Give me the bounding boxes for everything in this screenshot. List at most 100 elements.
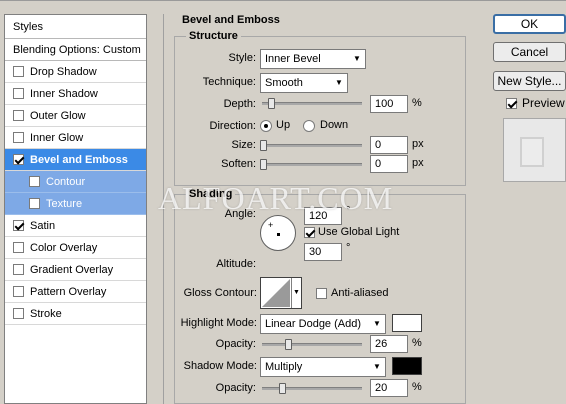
size-unit: px [412, 138, 424, 150]
highlight-opacity-thumb[interactable] [285, 339, 292, 350]
style-checkbox[interactable] [13, 66, 24, 77]
altitude-input[interactable]: 30 [304, 243, 342, 261]
style-checkbox[interactable] [13, 88, 24, 99]
size-slider-thumb[interactable] [260, 140, 267, 151]
direction-down-label: Down [320, 119, 349, 131]
direction-down-radio[interactable] [303, 120, 315, 132]
style-item-label: Color Overlay [30, 241, 98, 254]
style-checkbox[interactable] [13, 110, 24, 121]
structure-title: Structure [186, 30, 241, 42]
style-checkbox[interactable] [13, 308, 24, 319]
highlight-opacity-label: Opacity: [215, 338, 256, 350]
preview-checkbox[interactable] [506, 98, 517, 109]
style-checkbox[interactable] [29, 198, 40, 209]
bevel-title: Bevel and Emboss [179, 14, 283, 26]
size-input[interactable]: 0 [370, 136, 408, 154]
highlight-opacity-unit: % [412, 337, 422, 349]
style-item-stroke[interactable]: Stroke [5, 303, 146, 325]
shadow-opacity-unit: % [412, 381, 422, 393]
style-label: Style: [228, 52, 256, 64]
size-label: Size: [231, 139, 256, 151]
technique-label: Technique: [202, 76, 256, 88]
depth-input[interactable]: 100 [370, 95, 408, 113]
style-item-outer-glow[interactable]: Outer Glow [5, 105, 146, 127]
soften-slider[interactable] [260, 159, 362, 170]
ok-button[interactable]: OK [493, 14, 566, 34]
style-item-label: Inner Glow [30, 131, 84, 144]
highlight-color-swatch[interactable] [392, 314, 422, 332]
style-item-label: Stroke [30, 307, 62, 320]
chevron-down-icon: ▼ [373, 362, 381, 371]
style-item-inner-shadow[interactable]: Inner Shadow [5, 83, 146, 105]
direction-up-radio[interactable] [260, 120, 272, 132]
direction-up-label: Up [276, 119, 291, 131]
style-item-pattern-overlay[interactable]: Pattern Overlay [5, 281, 146, 303]
shadow-opacity-slider[interactable] [262, 383, 362, 394]
style-item-blending-options-custom[interactable]: Blending Options: Custom [5, 39, 146, 61]
highlight-mode-dropdown[interactable]: Linear Dodge (Add) ▼ [260, 314, 386, 334]
shadow-color-swatch[interactable] [392, 357, 422, 375]
styles-header[interactable]: Styles [5, 15, 146, 39]
style-item-drop-shadow[interactable]: Drop Shadow [5, 61, 146, 83]
style-checkbox[interactable] [13, 264, 24, 275]
style-item-texture[interactable]: Texture [5, 193, 146, 215]
style-checkbox[interactable] [29, 176, 40, 187]
style-checkbox[interactable] [13, 220, 24, 231]
style-checkbox[interactable] [13, 242, 24, 253]
style-item-gradient-overlay[interactable]: Gradient Overlay [5, 259, 146, 281]
style-item-label: Inner Shadow [30, 87, 98, 100]
chevron-down-icon: ▼ [335, 78, 343, 87]
highlight-mode-label: Highlight Mode: [180, 317, 257, 329]
style-item-contour[interactable]: Contour [5, 171, 146, 193]
styles-panel: Styles Blending Options: Custom Drop Shad… [4, 14, 147, 404]
style-checkbox[interactable] [13, 132, 24, 143]
shadow-mode-dropdown[interactable]: Multiply ▼ [260, 357, 386, 377]
style-item-label: Pattern Overlay [30, 285, 107, 298]
style-checkbox[interactable] [13, 286, 24, 297]
anti-aliased-label: Anti-aliased [331, 287, 389, 299]
soften-slider-thumb[interactable] [260, 159, 267, 170]
technique-dropdown[interactable]: Smooth ▼ [260, 73, 348, 93]
preview-label: Preview [522, 96, 565, 110]
angle-center-dot [277, 233, 280, 236]
highlight-mode-value: Linear Dodge (Add) [265, 318, 362, 330]
style-item-label: Blending Options: Custom [13, 43, 141, 56]
depth-slider[interactable] [262, 98, 362, 109]
style-dropdown[interactable]: Inner Bevel ▼ [260, 49, 366, 69]
highlight-opacity-slider[interactable] [262, 339, 362, 350]
style-item-inner-glow[interactable]: Inner Glow [5, 127, 146, 149]
global-light-checkbox[interactable] [304, 227, 315, 238]
style-item-satin[interactable]: Satin [5, 215, 146, 237]
style-item-label: Drop Shadow [30, 65, 97, 78]
gloss-contour-label: Gloss Contour: [183, 287, 257, 299]
angle-wheel[interactable]: + [260, 215, 296, 251]
crosshair-icon: + [268, 220, 274, 230]
highlight-opacity-input[interactable]: 26 [370, 335, 408, 353]
style-item-label: Outer Glow [30, 109, 86, 122]
depth-slider-thumb[interactable] [268, 98, 275, 109]
style-checkbox[interactable] [13, 154, 24, 165]
shadow-opacity-label: Opacity: [215, 382, 256, 394]
style-item-label: Texture [46, 197, 83, 210]
global-light-label: Use Global Light [318, 226, 400, 238]
soften-label: Soften: [221, 158, 256, 170]
style-item-label: Satin [30, 219, 56, 232]
chevron-down-icon: ▼ [353, 54, 361, 63]
depth-label: Depth: [223, 98, 256, 110]
size-slider[interactable] [260, 140, 362, 151]
style-item-color-overlay[interactable]: Color Overlay [5, 237, 146, 259]
soften-unit: px [412, 157, 424, 169]
preview-thumbnail [503, 118, 566, 182]
shadow-opacity-input[interactable]: 20 [370, 379, 408, 397]
cancel-button[interactable]: Cancel [493, 42, 566, 62]
chevron-down-icon: ▼ [291, 278, 301, 308]
soften-input[interactable]: 0 [370, 155, 408, 173]
shadow-opacity-thumb[interactable] [279, 383, 286, 394]
style-item-label: Gradient Overlay [30, 263, 114, 276]
anti-aliased-checkbox[interactable] [316, 288, 327, 299]
altitude-label: Altitude: [216, 258, 256, 270]
style-item-bevel-and-emboss[interactable]: Bevel and Emboss [5, 149, 146, 171]
shadow-mode-label: Shadow Mode: [183, 360, 257, 372]
gloss-contour-picker[interactable]: ▼ [260, 277, 302, 309]
new-style-button[interactable]: New Style... [493, 71, 566, 91]
